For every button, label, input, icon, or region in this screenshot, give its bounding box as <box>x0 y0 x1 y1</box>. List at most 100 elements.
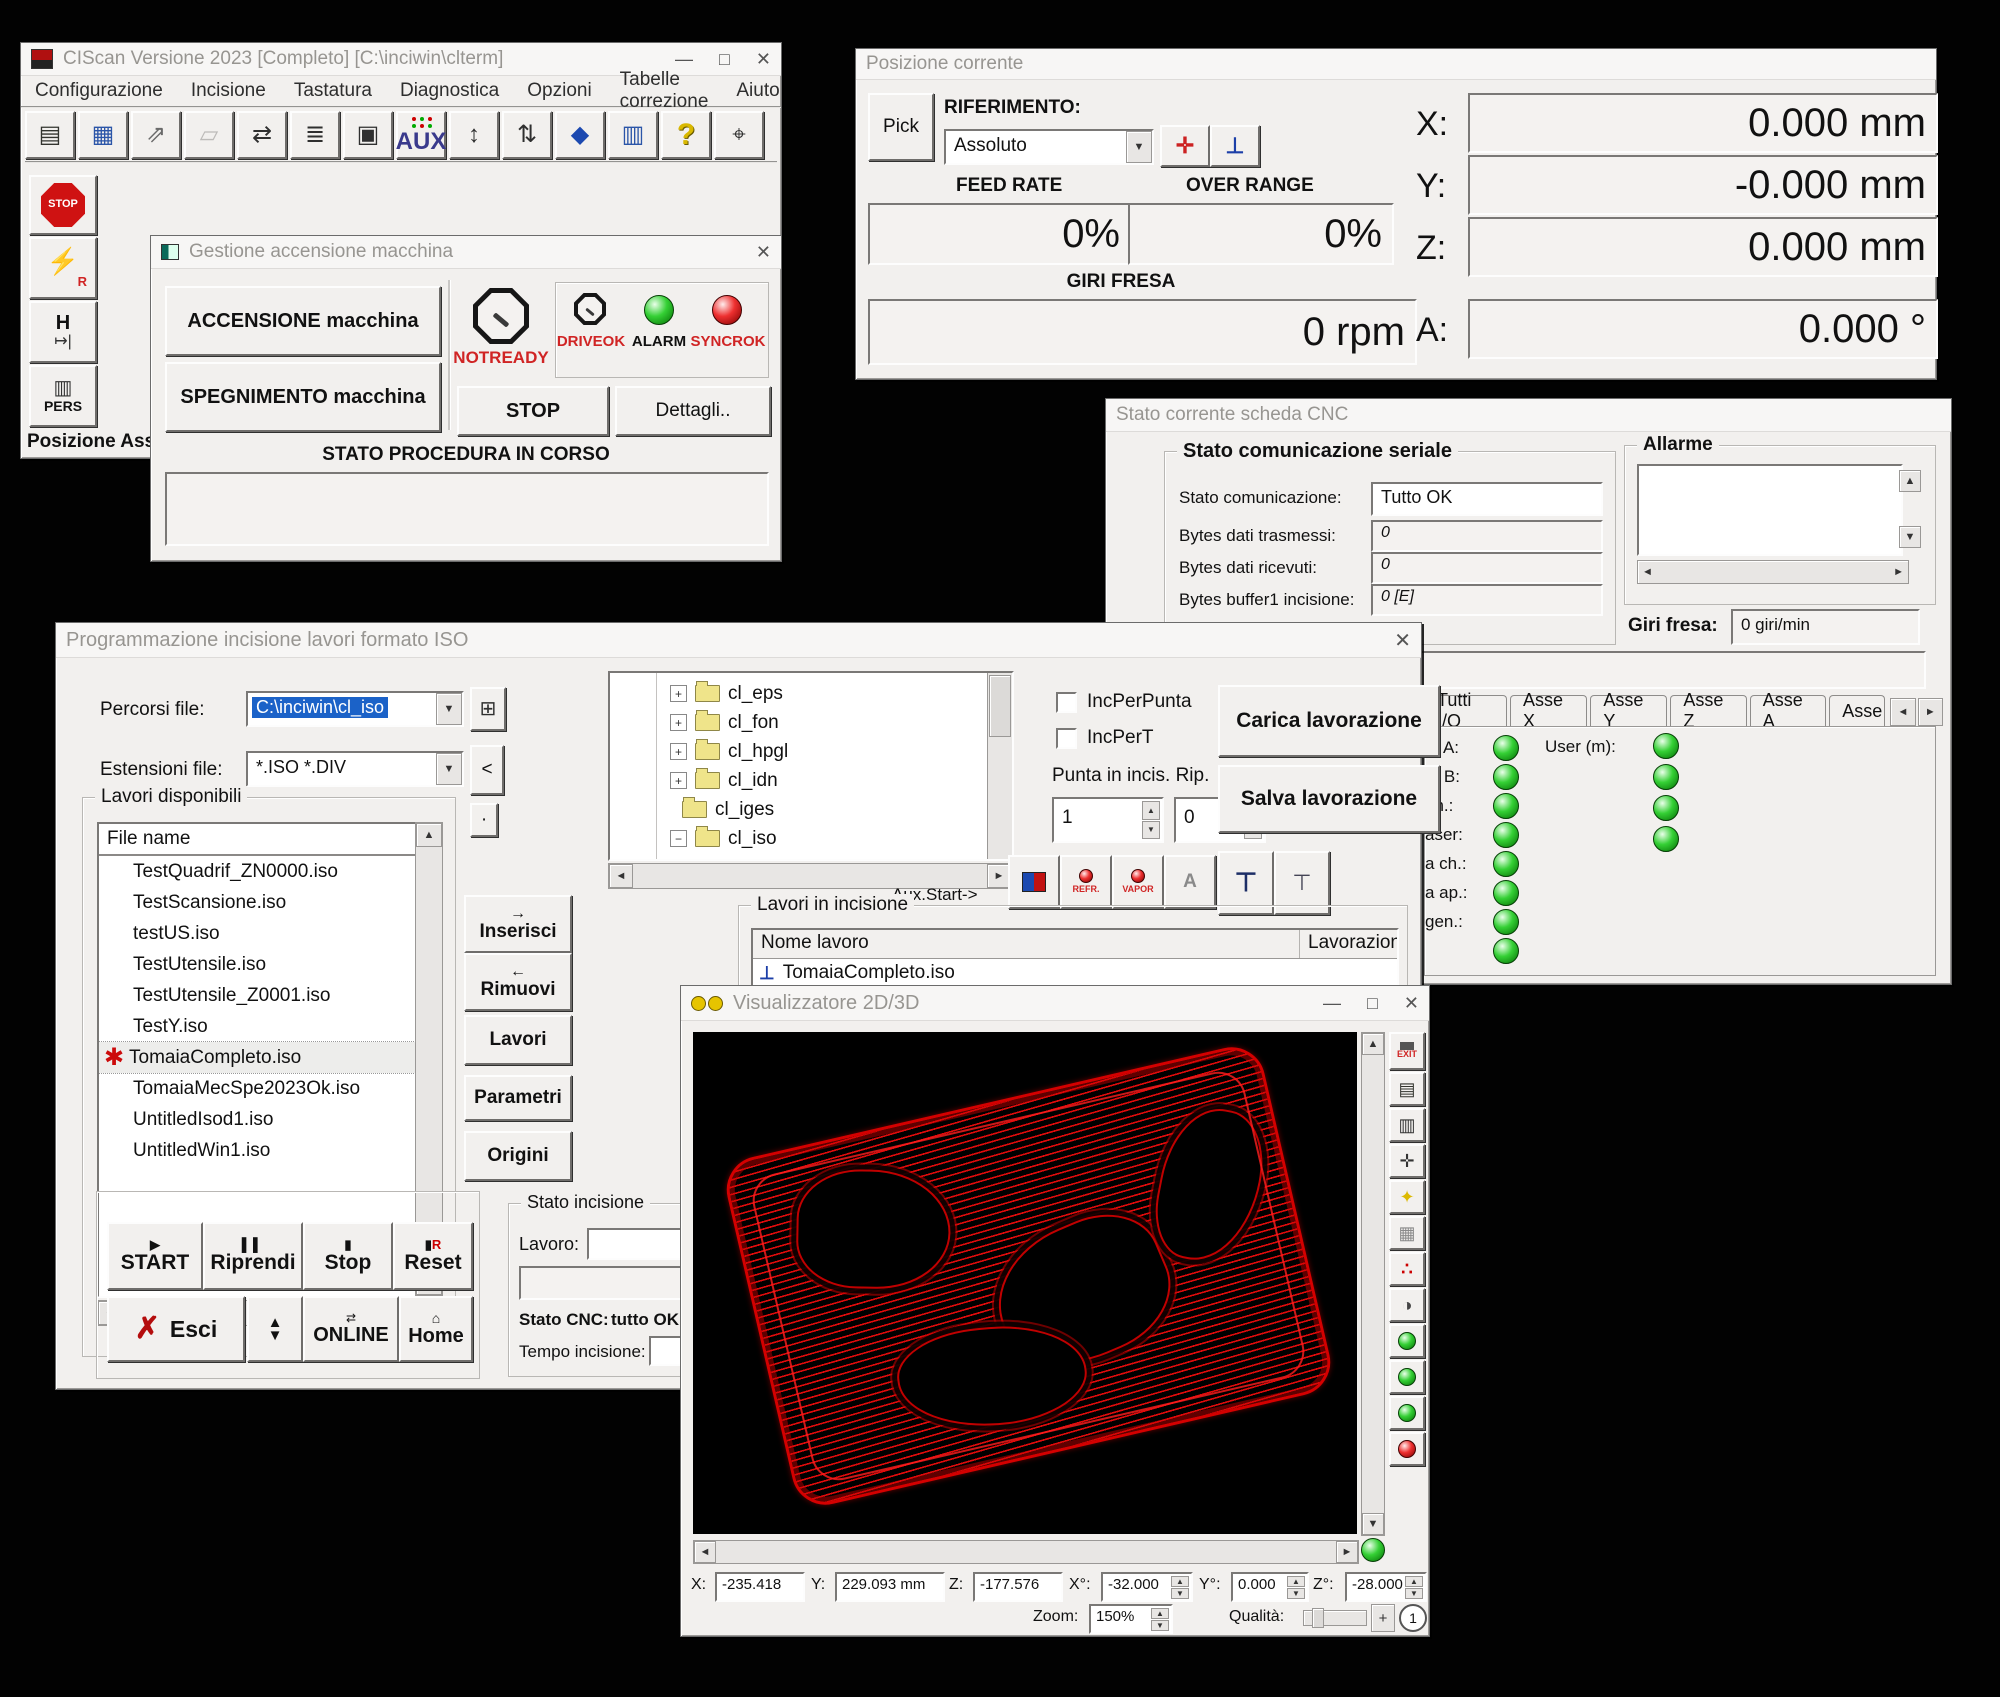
titlebar-visualizzatore[interactable]: Visualizzatore 2D/3D — □ ✕ <box>681 986 1429 1021</box>
cnc-stamp-button[interactable] <box>184 111 234 159</box>
jobs-table-header[interactable]: Nome lavoro Lavorazione <box>753 930 1397 959</box>
spin-down-icon[interactable]: ▼ <box>1171 1588 1189 1599</box>
file-row-selected[interactable]: ✱ TomaiaCompleto.iso <box>99 1042 415 1073</box>
archive-button[interactable] <box>343 111 393 159</box>
exit-button[interactable]: EXIT <box>1389 1032 1425 1070</box>
tree-item[interactable]: +cl_hpgl <box>610 737 984 766</box>
spin-down-icon[interactable]: ▼ <box>1287 1588 1305 1599</box>
tool-ref-button[interactable] <box>1160 125 1210 167</box>
file-row[interactable]: testUS.iso <box>99 918 415 949</box>
parametri-button[interactable]: Parametri <box>464 1075 572 1121</box>
scroll-up-icon[interactable]: ▲ <box>1362 1033 1384 1055</box>
estensioni-combobox[interactable]: *.ISO *.DIV ▼ <box>246 751 464 787</box>
aux-a-button[interactable]: A <box>1164 855 1216 909</box>
allarme-textarea[interactable] <box>1637 464 1903 556</box>
minimize-icon[interactable]: — <box>1323 993 1341 1014</box>
expand-icon[interactable]: + <box>670 685 687 702</box>
menu-diagnostica[interactable]: Diagnostica <box>398 80 501 102</box>
rimuovi-button[interactable]: ← Rimuovi <box>464 953 572 1011</box>
plug-button[interactable] <box>449 111 499 159</box>
menu-tabelle-correzione[interactable]: Tabelle correzione <box>618 69 711 113</box>
probe-button[interactable] <box>237 111 287 159</box>
mouse-button[interactable] <box>714 111 764 159</box>
angle-y-spinner[interactable]: 0.000▲▼ <box>1231 1572 1309 1602</box>
vscroll-thumb[interactable] <box>989 675 1011 737</box>
home-button[interactable]: Home <box>399 1296 473 1362</box>
points-button[interactable] <box>1389 1252 1425 1286</box>
browse-tree-button[interactable] <box>470 687 506 731</box>
collapse-button[interactable]: < <box>470 745 504 795</box>
expand-icon[interactable]: + <box>670 743 687 760</box>
maximize-icon[interactable]: □ <box>1367 993 1378 1014</box>
sphere-view-button[interactable] <box>1389 1396 1425 1430</box>
checkbox-icon[interactable] <box>1056 692 1077 713</box>
carica-lavorazione-button[interactable]: Carica lavorazione <box>1218 685 1440 757</box>
tab-scroll-left-icon[interactable]: ◄ <box>1890 698 1915 726</box>
menu-configurazione[interactable]: Configurazione <box>33 80 165 102</box>
titlebar-cnc[interactable]: Stato corrente scheda CNC <box>1106 399 1951 432</box>
file-row[interactable]: TestScansione.iso <box>99 887 415 918</box>
menu-tastatura[interactable]: Tastatura <box>292 80 374 102</box>
scroll-up-icon[interactable]: ▲ <box>1899 470 1921 492</box>
sphere-view-button[interactable] <box>1389 1324 1425 1358</box>
angle-x-spinner[interactable]: -32.000▲▼ <box>1101 1572 1193 1602</box>
stop-button[interactable]: STOP <box>457 386 609 436</box>
aux-vapor-button[interactable]: VAPOR <box>1112 855 1164 909</box>
riprendi-button[interactable]: ▌▌Riprendi <box>203 1222 303 1290</box>
machine-setup-button[interactable] <box>78 111 128 159</box>
spin-up-icon[interactable]: ▲ <box>1405 1576 1423 1587</box>
tree-item-selected[interactable]: −cl_iso <box>610 824 984 853</box>
percorsi-combobox[interactable]: C:\inciwin\cl_iso ▼ <box>246 691 464 727</box>
file-row[interactable]: TestUtensile_Z0001.iso <box>99 980 415 1011</box>
close-icon[interactable]: ✕ <box>756 242 771 263</box>
spegnimento-button[interactable]: SPEGNIMENTO macchina <box>165 362 441 432</box>
quality-slider[interactable] <box>1303 1610 1367 1626</box>
riferimento-select[interactable]: Assoluto ▼ <box>944 129 1154 165</box>
tree-item[interactable]: +cl_fon <box>610 708 984 737</box>
angle-z-spinner[interactable]: -28.000▲▼ <box>1345 1572 1427 1602</box>
quality-plus-button[interactable]: + <box>1371 1604 1395 1632</box>
viewer-save-button[interactable] <box>1389 1072 1425 1106</box>
file-row[interactable]: TestY.iso <box>99 1011 415 1042</box>
online-button[interactable]: ⇄ONLINE <box>303 1296 399 1362</box>
highlight-button[interactable] <box>1389 1180 1425 1214</box>
spin-up-icon[interactable]: ▲ <box>1151 1608 1169 1619</box>
scroll-left-icon[interactable]: ◄ <box>694 1541 716 1563</box>
slider-thumb[interactable] <box>1312 1608 1324 1628</box>
pick-button[interactable]: Pick <box>868 93 934 161</box>
job-row[interactable]: TomaiaCompleto.iso <box>753 959 1397 987</box>
aux-button[interactable]: AUX <box>396 111 446 159</box>
salva-lavorazione-button[interactable]: Salva lavorazione <box>1218 765 1440 833</box>
file-row[interactable]: TomaiaMecSpe2023Ok.iso <box>99 1073 415 1104</box>
chevron-down-icon[interactable]: ▼ <box>436 753 462 785</box>
start-button[interactable]: ▶START <box>107 1222 203 1290</box>
menu-opzioni[interactable]: Opzioni <box>525 80 593 102</box>
spin-up-icon[interactable]: ▲ <box>1142 801 1160 820</box>
tree-item[interactable]: +cl_idn <box>610 766 984 795</box>
punta-spinner[interactable]: 1 ▲▼ <box>1052 797 1164 843</box>
incpert-checkbox[interactable]: IncPerT <box>1056 727 1154 749</box>
titlebar-posizione[interactable]: Posizione corrente <box>856 49 1936 80</box>
scroll-down-icon[interactable]: ▼ <box>1899 526 1921 548</box>
aux-color-button[interactable] <box>1008 855 1060 909</box>
reset-button[interactable]: ▮RReset <box>393 1222 473 1290</box>
file-row[interactable]: TestUtensile.iso <box>99 949 415 980</box>
menu-aiuto[interactable]: Aiuto <box>734 80 781 102</box>
chevron-down-icon[interactable]: ▼ <box>436 693 462 725</box>
save-button[interactable] <box>25 111 75 159</box>
titlebar-accensione[interactable]: Gestione accensione macchina ✕ <box>151 236 781 269</box>
expand-icon[interactable]: + <box>670 772 687 789</box>
tool-anchor-button[interactable] <box>1210 125 1260 167</box>
offsets-button[interactable] <box>502 111 552 159</box>
tab-asse-x[interactable]: Asse X <box>1510 695 1587 726</box>
scroll-down-icon[interactable]: ▼ <box>1362 1513 1384 1535</box>
stop-button[interactable]: ▮Stop <box>303 1222 393 1290</box>
menu-incisione[interactable]: Incisione <box>189 80 268 102</box>
shade-button[interactable] <box>1389 1288 1425 1322</box>
sphere-view-button[interactable] <box>1389 1432 1425 1466</box>
file-row[interactable]: TestQuadrif_ZN0000.iso <box>99 856 415 887</box>
stop-sign-button[interactable]: STOP <box>29 175 97 235</box>
spin-down-icon[interactable]: ▼ <box>1151 1620 1169 1631</box>
aux-refr-button[interactable]: REFR. <box>1060 855 1112 909</box>
scroll-up-icon[interactable]: ▲ <box>416 823 442 847</box>
